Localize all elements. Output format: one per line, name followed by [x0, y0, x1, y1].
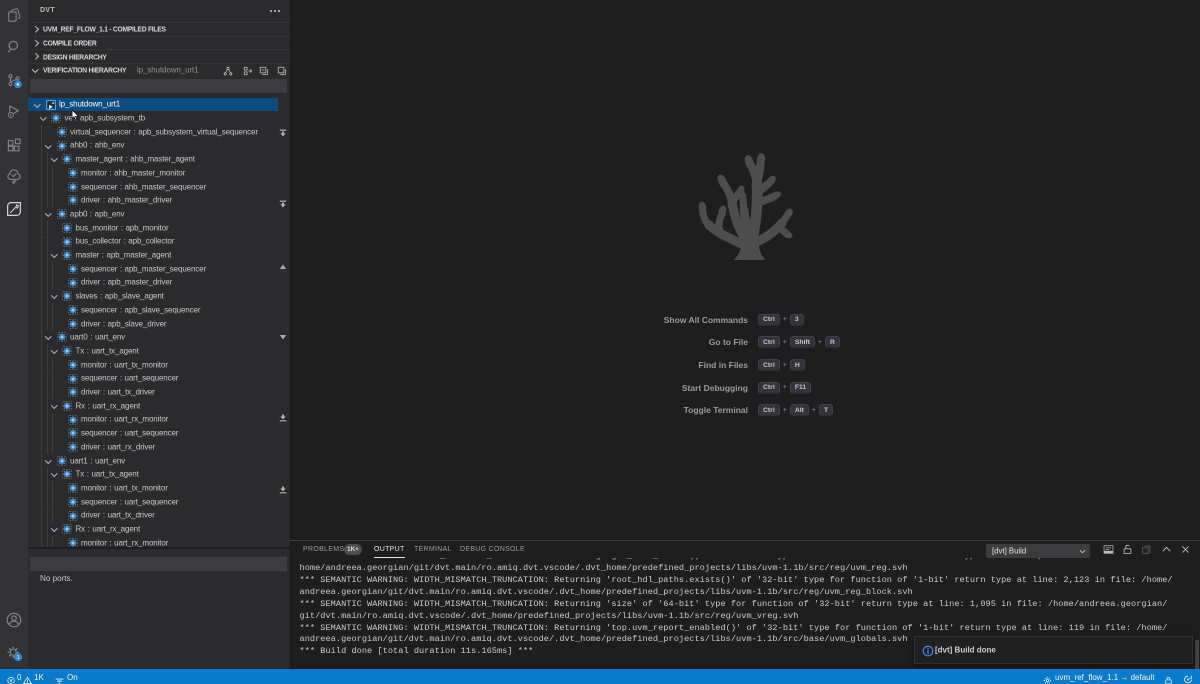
svg-text:1: 1: [17, 655, 20, 661]
